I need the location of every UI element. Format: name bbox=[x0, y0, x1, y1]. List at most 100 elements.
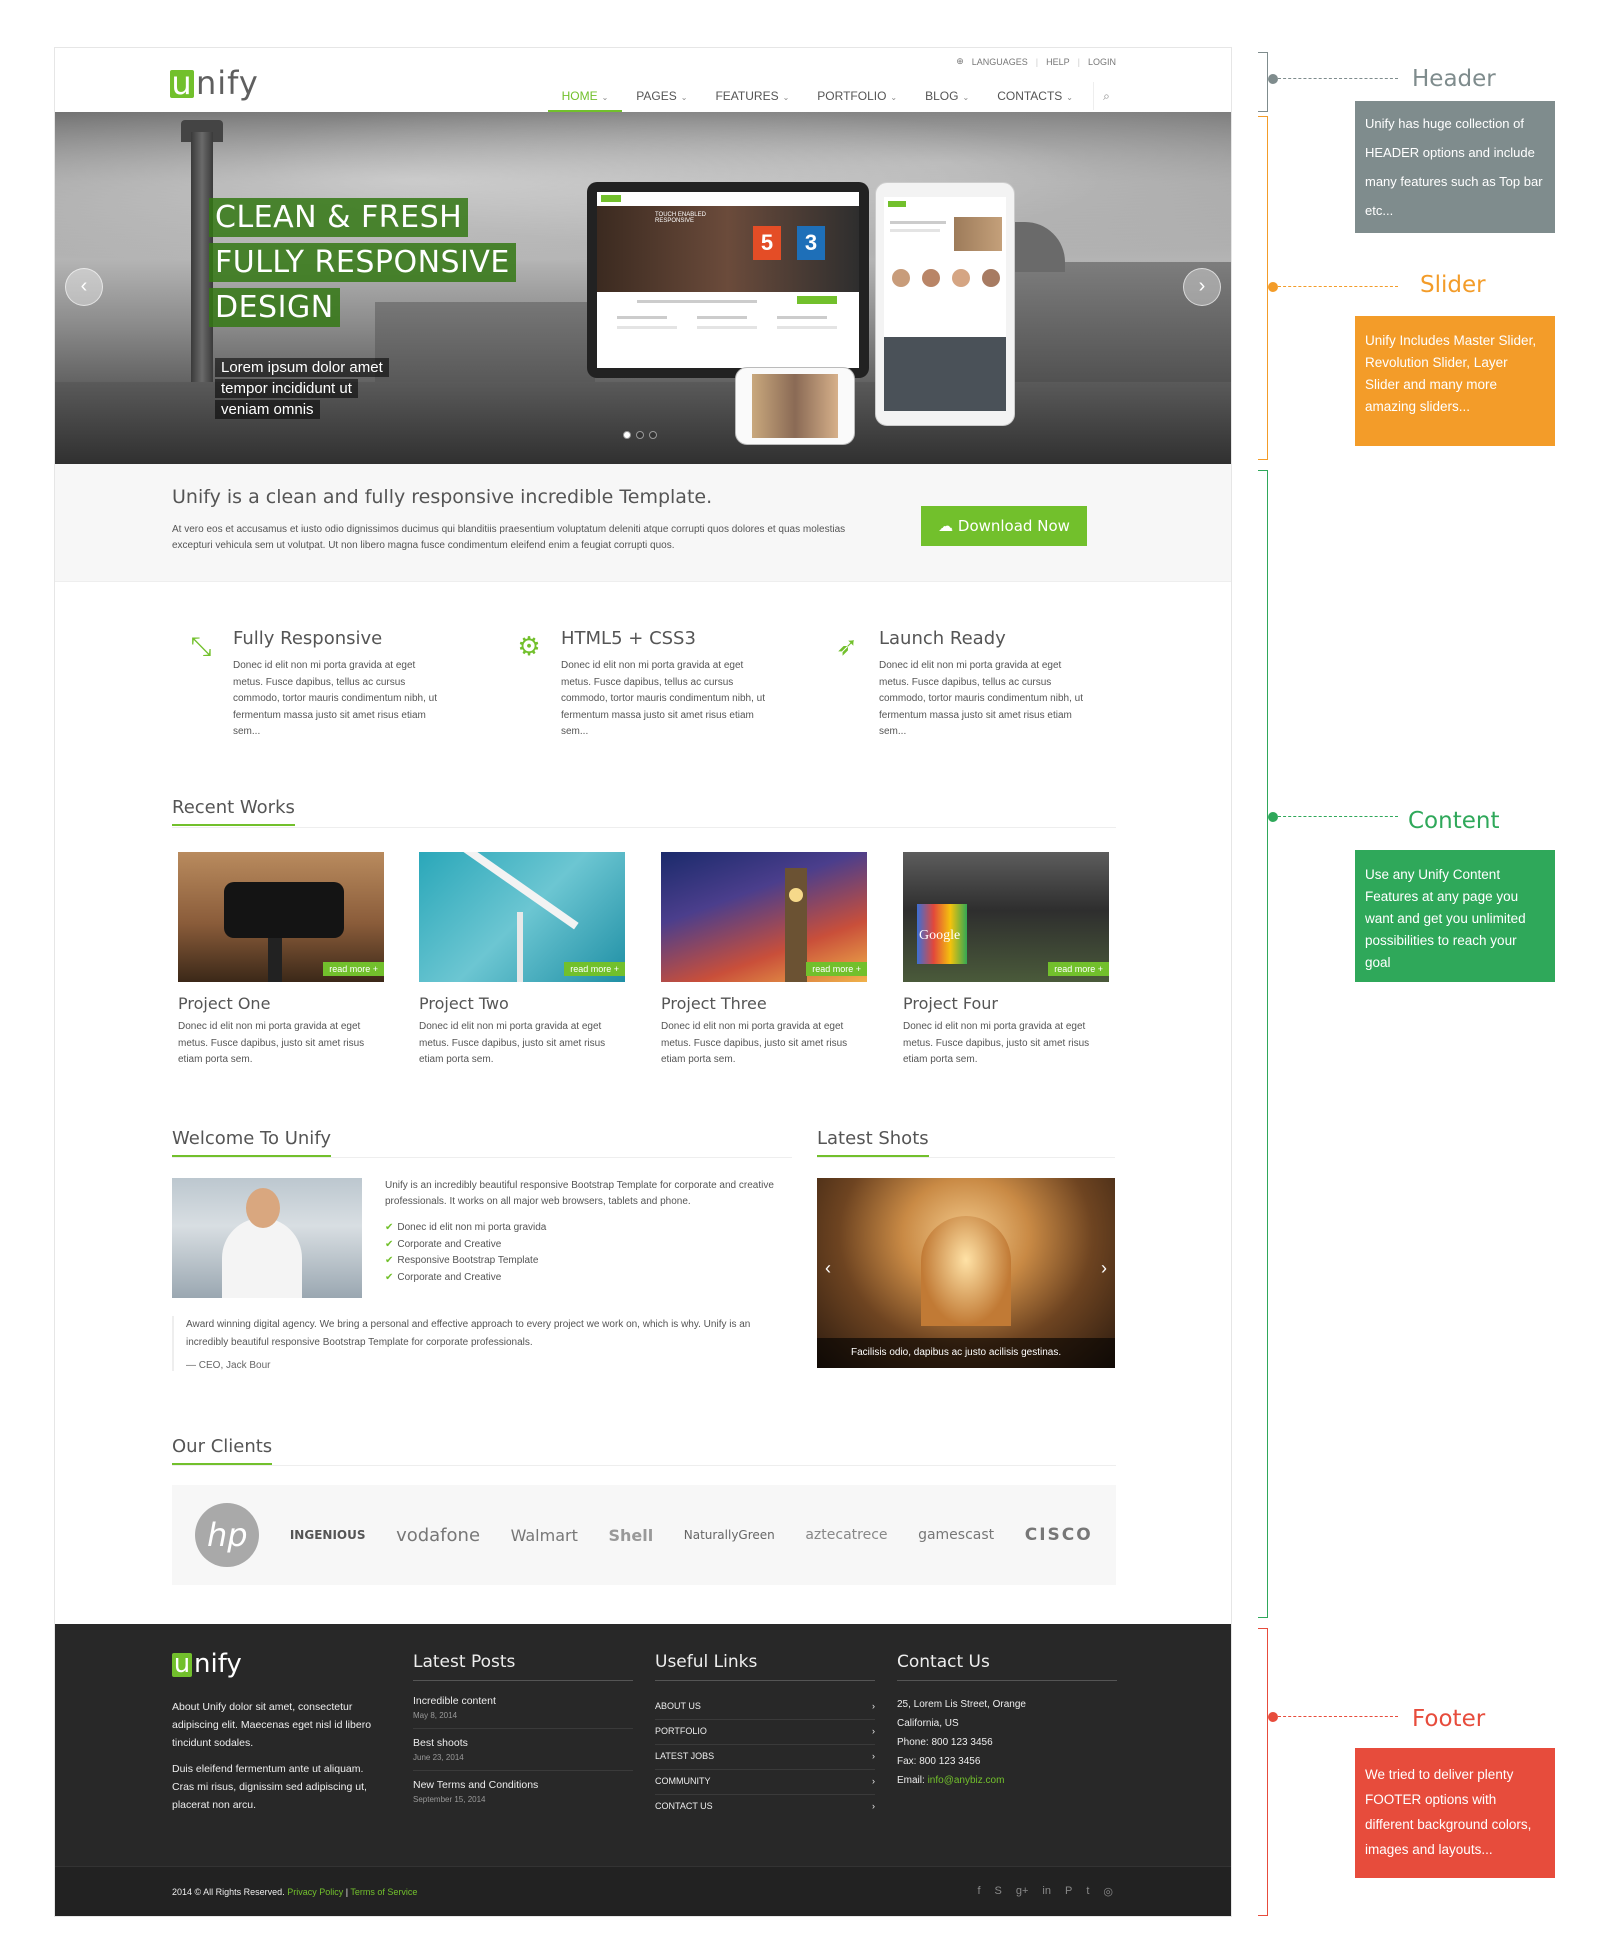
project-card[interactable]: Google read more + Project Four Donec id… bbox=[903, 852, 1109, 1069]
slider-connector bbox=[1278, 286, 1398, 287]
quote-author: — CEO, Jack Bour bbox=[186, 1360, 271, 1371]
mini-image bbox=[954, 217, 1002, 251]
skype-icon[interactable]: S bbox=[995, 1885, 1002, 1898]
slider-dot[interactable] bbox=[636, 431, 644, 439]
nav-contacts[interactable]: CONTACTS ⌄ bbox=[983, 82, 1087, 112]
html5-logo: 5 bbox=[753, 226, 781, 260]
read-more-link[interactable]: read more + bbox=[323, 962, 384, 976]
languages-link[interactable]: LANGUAGES bbox=[972, 57, 1028, 67]
nav-home[interactable]: HOME ⌄ bbox=[547, 82, 623, 112]
slider-dot[interactable] bbox=[649, 431, 657, 439]
project-card[interactable]: read more + Project Three Donec id elit … bbox=[661, 852, 867, 1069]
client-logo-gamescast[interactable]: gamescast bbox=[918, 1527, 994, 1543]
contact-fax: Fax: 800 123 3456 bbox=[897, 1756, 981, 1767]
divider bbox=[172, 1465, 1116, 1466]
logo-text: nify bbox=[194, 1649, 242, 1679]
feature-title: Launch Ready bbox=[879, 628, 1006, 649]
feature-text: Donec id elit non mi porta gravida at eg… bbox=[233, 660, 437, 737]
copyright-bar: 2014 © All Rights Reserved. Privacy Poli… bbox=[55, 1866, 1231, 1916]
tablet-screen bbox=[884, 197, 1006, 411]
read-more-link[interactable]: read more + bbox=[1048, 962, 1109, 976]
privacy-link[interactable]: Privacy Policy bbox=[287, 1887, 343, 1897]
project-title[interactable]: Project Four bbox=[903, 994, 1109, 1013]
post-item[interactable]: Best shoots June 23, 2014 bbox=[413, 1737, 633, 1771]
check-icon: ✔ bbox=[385, 1255, 394, 1266]
latest-posts-heading: Latest Posts bbox=[413, 1652, 633, 1681]
client-logo-shell[interactable]: Shell bbox=[608, 1526, 653, 1545]
client-logo-vodafone[interactable]: vodafone bbox=[396, 1525, 480, 1546]
download-button[interactable]: ☁ Download Now bbox=[921, 506, 1087, 546]
check-icon: ✔ bbox=[385, 1222, 394, 1233]
nav-features[interactable]: FEATURES ⌄ bbox=[701, 82, 803, 112]
nav-portfolio[interactable]: PORTFOLIO ⌄ bbox=[803, 82, 911, 112]
footer-link-label: PORTFOLIO bbox=[655, 1726, 707, 1736]
project-card[interactable]: read more + Project Two Donec id elit no… bbox=[419, 852, 625, 1069]
client-logo-aztecatrece[interactable]: aztecatrece bbox=[805, 1527, 887, 1543]
cloud-download-icon: ☁ bbox=[938, 517, 958, 535]
chevron-right-icon: › bbox=[872, 1726, 875, 1736]
read-more-link[interactable]: read more + bbox=[806, 962, 867, 976]
download-label: Download Now bbox=[957, 517, 1070, 535]
help-link[interactable]: HELP bbox=[1046, 57, 1070, 67]
shirt-shape bbox=[222, 1218, 302, 1298]
post-item[interactable]: Incredible content May 8, 2014 bbox=[413, 1695, 633, 1729]
footer-link[interactable]: CONTACT US › bbox=[655, 1795, 875, 1820]
chevron-right-icon: › bbox=[872, 1751, 875, 1761]
content-annotation-title: Content bbox=[1408, 808, 1500, 834]
logo[interactable]: u nify bbox=[170, 64, 259, 102]
mini-logo bbox=[888, 201, 906, 207]
client-logo-naturallygreen[interactable]: NaturallyGreen bbox=[684, 1528, 775, 1542]
shots-next-arrow[interactable]: › bbox=[1101, 1258, 1107, 1279]
project-text: Donec id elit non mi porta gravida at eg… bbox=[178, 1021, 365, 1065]
facebook-icon[interactable]: f bbox=[977, 1885, 980, 1898]
read-more-link[interactable]: read more + bbox=[564, 962, 625, 976]
nav-blog[interactable]: BLOG ⌄ bbox=[911, 82, 983, 112]
post-item[interactable]: New Terms and Conditions September 15, 20… bbox=[413, 1779, 633, 1812]
dribbble-icon[interactable]: ◎ bbox=[1103, 1885, 1113, 1898]
post-title: Best shoots bbox=[413, 1737, 468, 1749]
content-marker bbox=[1268, 812, 1278, 822]
chevron-right-icon: › bbox=[872, 1701, 875, 1711]
clock-tower-shape bbox=[785, 868, 807, 982]
twitter-icon[interactable]: t bbox=[1086, 1885, 1089, 1898]
face-shape bbox=[246, 1188, 280, 1228]
nav-label: PAGES bbox=[636, 89, 677, 103]
client-logo-cisco[interactable]: CISCO bbox=[1025, 1525, 1093, 1545]
project-title[interactable]: Project One bbox=[178, 994, 384, 1013]
search-icon[interactable]: ⌕ bbox=[1093, 82, 1119, 110]
social-icons: f S g+ in P t ◎ bbox=[977, 1885, 1113, 1898]
project-card[interactable]: read more + Project One Donec id elit no… bbox=[178, 852, 384, 1069]
feature-title: Fully Responsive bbox=[233, 628, 383, 649]
client-logo-walmart[interactable]: Walmart bbox=[511, 1526, 578, 1545]
client-logo-ingenious[interactable]: INGENIOUS bbox=[290, 1528, 366, 1542]
email-link[interactable]: info@anybiz.com bbox=[928, 1775, 1005, 1786]
checklist-label: Corporate and Creative bbox=[397, 1271, 502, 1283]
arch-shape bbox=[921, 1216, 1011, 1326]
pinterest-icon[interactable]: P bbox=[1065, 1885, 1072, 1898]
footer-link[interactable]: ABOUT US › bbox=[655, 1695, 875, 1720]
footer-logo[interactable]: u nify bbox=[172, 1649, 242, 1679]
linkedin-icon[interactable]: in bbox=[1042, 1885, 1051, 1898]
terms-link[interactable]: Terms of Service bbox=[350, 1887, 417, 1897]
project-title[interactable]: Project Two bbox=[419, 994, 625, 1013]
text-line bbox=[617, 326, 677, 329]
avatar bbox=[892, 269, 910, 287]
client-logo-hp[interactable]: hp bbox=[195, 1503, 260, 1567]
slide-caption-1: CLEAN & FRESH bbox=[209, 198, 469, 237]
shots-prev-arrow[interactable]: ‹ bbox=[825, 1258, 831, 1279]
footer-link[interactable]: COMMUNITY › bbox=[655, 1770, 875, 1795]
feature-checklist: ✔ Donec id elit non mi porta gravida ✔ Cor… bbox=[385, 1220, 546, 1286]
latest-shots-heading: Latest Shots bbox=[817, 1128, 929, 1157]
nav-pages[interactable]: PAGES ⌄ bbox=[622, 82, 701, 112]
google-plus-icon[interactable]: g+ bbox=[1016, 1885, 1029, 1898]
footer-about-2: Duis eleifend fermentum ante ut aliquam.… bbox=[172, 1763, 367, 1811]
footer-link[interactable]: LATEST JOBS › bbox=[655, 1745, 875, 1770]
slider-prev-arrow[interactable]: ‹ bbox=[65, 268, 103, 306]
welcome-text: Unify is an incredibly beautiful respons… bbox=[385, 1180, 774, 1207]
login-link[interactable]: LOGIN bbox=[1088, 57, 1116, 67]
feature-text: Donec id elit non mi porta gravida at eg… bbox=[561, 660, 765, 737]
footer-link[interactable]: PORTFOLIO › bbox=[655, 1720, 875, 1745]
project-title[interactable]: Project Three bbox=[661, 994, 867, 1013]
slider-next-arrow[interactable]: › bbox=[1183, 268, 1221, 306]
slider-dot[interactable] bbox=[623, 431, 631, 439]
